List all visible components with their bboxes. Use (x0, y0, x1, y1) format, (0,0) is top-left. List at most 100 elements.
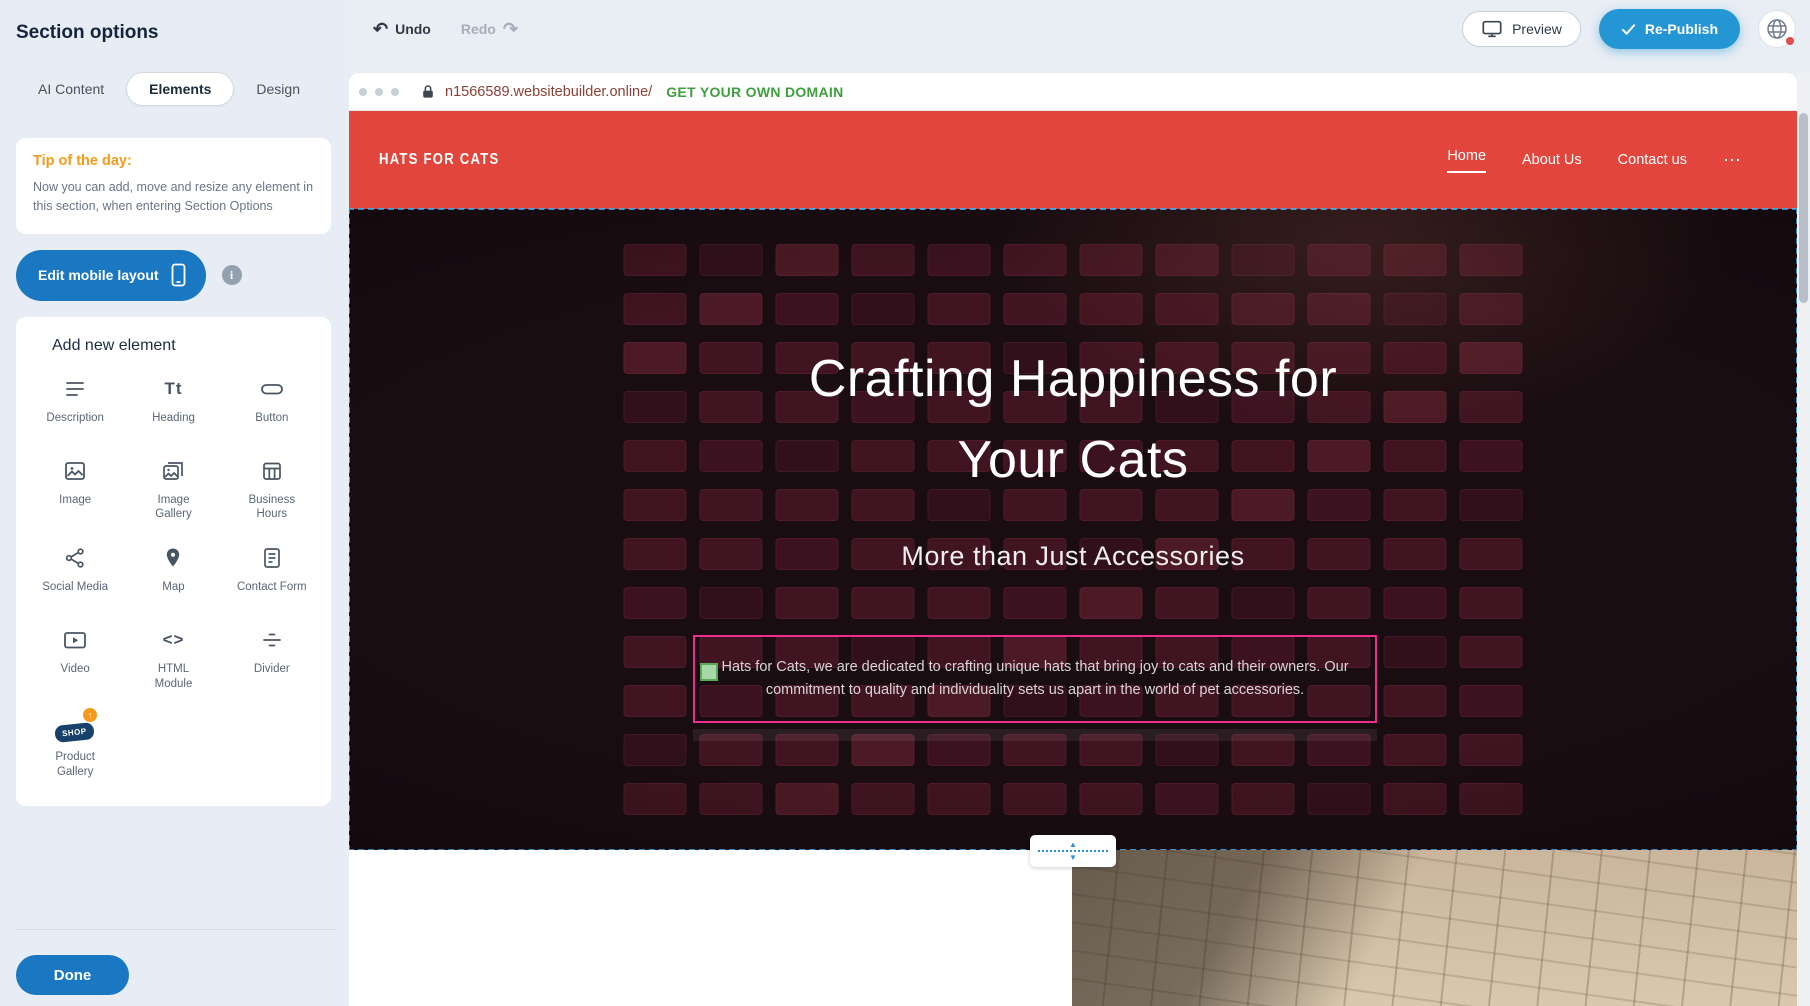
hero-tile (1460, 783, 1523, 815)
hero-tile (1004, 293, 1067, 325)
site-logo[interactable]: HATS FOR CATS (379, 151, 499, 169)
republish-button[interactable]: Re-Publish (1599, 9, 1740, 49)
nav-contact-us[interactable]: Contact us (1618, 152, 1687, 168)
site-header: HATS FOR CATS Home About Us Contact us ⋯ (349, 111, 1797, 209)
hero-subtitle: More than Just Accessories (349, 541, 1797, 572)
scrollbar-thumb[interactable] (1799, 113, 1808, 303)
hero-tile (1308, 293, 1371, 325)
hero-tile (1384, 587, 1447, 619)
hero-tile (624, 734, 687, 766)
language-globe-button[interactable] (1758, 10, 1796, 48)
undo-icon: ↶ (373, 20, 388, 38)
tip-body: Now you can add, move and resize any ele… (33, 178, 316, 216)
shop-plus-badge: ↑ (83, 708, 97, 722)
hero-tile (1080, 244, 1143, 276)
phone-icon (171, 263, 186, 287)
panel-title: Section options (16, 22, 349, 44)
element-grid: Description Tt Heading Button (26, 375, 321, 781)
element-image-gallery[interactable]: Image Gallery (124, 457, 222, 523)
hero-tile (1080, 783, 1143, 815)
hero-tile (1460, 244, 1523, 276)
element-description[interactable]: Description (26, 375, 124, 435)
get-domain-link[interactable]: GET YOUR OWN DOMAIN (666, 84, 843, 100)
button-icon (259, 375, 285, 403)
nav-more-button[interactable]: ⋯ (1723, 150, 1743, 171)
hero-tile (1004, 244, 1067, 276)
hero-tile (1384, 783, 1447, 815)
map-icon (161, 544, 185, 572)
hero-tile (624, 685, 687, 717)
add-element-card: Add new element Description Tt Heading (16, 317, 331, 807)
hero-tile (1004, 587, 1067, 619)
element-contact-form[interactable]: Contact Form (223, 544, 321, 604)
redo-icon: ↷ (503, 20, 518, 38)
panel-tabs: AI Content Elements Design (32, 72, 349, 106)
contact-form-icon (260, 544, 284, 572)
element-label: Heading (152, 411, 195, 426)
element-html-module[interactable]: <> HTML Module (124, 626, 222, 692)
hero-tile (1308, 783, 1371, 815)
hero-title: Crafting Happiness for Your Cats (349, 339, 1797, 501)
hero-tile (1004, 783, 1067, 815)
section-resize-handle[interactable]: ▲ ▼ (1030, 835, 1116, 867)
hero-tile (1460, 685, 1523, 717)
edit-mobile-layout-button[interactable]: Edit mobile layout (16, 250, 206, 301)
element-heading[interactable]: Tt Heading (124, 375, 222, 435)
undo-button[interactable]: ↶ Undo (373, 20, 431, 38)
hero-tile (1156, 293, 1219, 325)
hero-tile (1080, 293, 1143, 325)
redo-button[interactable]: Redo ↷ (461, 20, 518, 38)
business-hours-icon (260, 457, 284, 485)
element-label: Description (46, 411, 104, 426)
topbar-right-group: Preview Re-Publish (1462, 9, 1796, 49)
hero-tile (1460, 734, 1523, 766)
hero-tile (700, 587, 763, 619)
tab-elements[interactable]: Elements (126, 72, 234, 106)
tip-of-the-day-card: Tip of the day: Now you can add, move an… (16, 138, 331, 234)
topbar: ↶ Undo Redo ↷ Preview Re-Publish (349, 0, 1810, 58)
hero-tile (1384, 685, 1447, 717)
hero-tile (624, 244, 687, 276)
element-image[interactable]: Image (26, 457, 124, 523)
divider-icon (260, 626, 284, 654)
tip-title: Tip of the day: (33, 153, 316, 169)
hero-tile (1308, 244, 1371, 276)
site-url: n1566589.websitebuilder.online/ (445, 84, 652, 100)
element-label: HTML Module (138, 662, 208, 692)
element-video[interactable]: Video (26, 626, 124, 692)
element-map[interactable]: Map (124, 544, 222, 604)
hero-section-selected[interactable]: Crafting Happiness for Your Cats More th… (349, 209, 1797, 850)
hero-tile (928, 293, 991, 325)
info-icon[interactable]: i (222, 265, 242, 285)
hero-tile (700, 293, 763, 325)
window-dot (359, 88, 367, 96)
element-business-hours[interactable]: Business Hours (223, 457, 321, 523)
element-social-media[interactable]: Social Media (26, 544, 124, 604)
globe-icon (1765, 17, 1789, 41)
hero-body-text: Hats for Cats, we are dedicated to craft… (705, 656, 1365, 702)
tab-design[interactable]: Design (250, 73, 306, 105)
element-product-gallery[interactable]: SHOP ↑ Product Gallery (26, 714, 124, 780)
done-button[interactable]: Done (16, 955, 129, 995)
hero-tile (624, 636, 687, 668)
hero-tile (1460, 293, 1523, 325)
nav-home[interactable]: Home (1447, 148, 1486, 173)
element-label: Image Gallery (138, 493, 208, 523)
lock-icon (421, 84, 435, 99)
element-label: Product Gallery (40, 750, 110, 780)
element-label: Image (59, 493, 91, 508)
undo-label: Undo (395, 21, 431, 37)
image-gallery-icon (161, 457, 185, 485)
page-scrollbar[interactable] (1797, 73, 1810, 1006)
social-media-icon (63, 544, 87, 572)
element-divider[interactable]: Divider (223, 626, 321, 692)
preview-button[interactable]: Preview (1462, 11, 1581, 47)
element-button[interactable]: Button (223, 375, 321, 435)
hero-tile (1460, 587, 1523, 619)
selected-text-element[interactable]: Hats for Cats, we are dedicated to craft… (693, 635, 1377, 723)
hero-tile (1232, 244, 1295, 276)
nav-about-us[interactable]: About Us (1522, 152, 1582, 168)
hero-tile (1232, 293, 1295, 325)
tab-ai-content[interactable]: AI Content (32, 73, 110, 105)
element-drag-handle[interactable] (700, 663, 718, 681)
